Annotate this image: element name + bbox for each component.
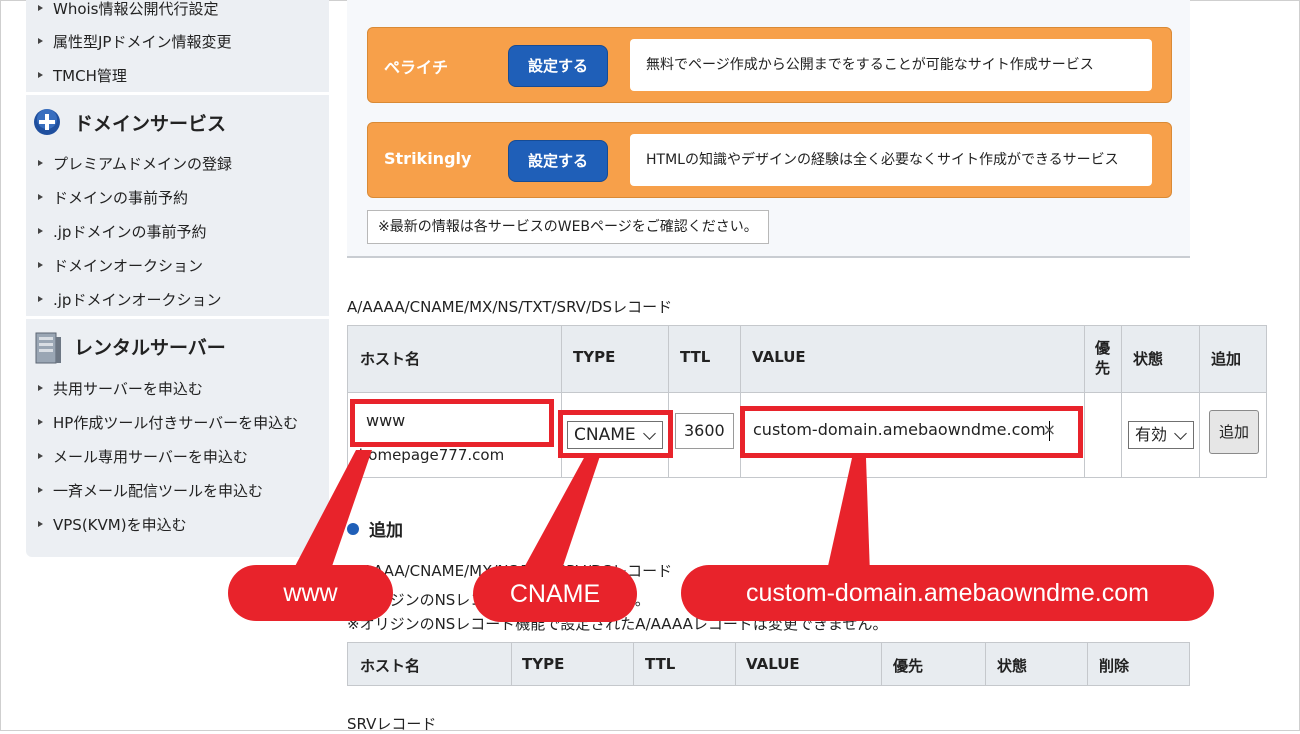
callout-host: www [228,565,393,621]
callout-type: CNAME [473,566,637,622]
callout-value: custom-domain.amebaowndme.com [681,565,1214,621]
callout-pointers [292,450,870,575]
